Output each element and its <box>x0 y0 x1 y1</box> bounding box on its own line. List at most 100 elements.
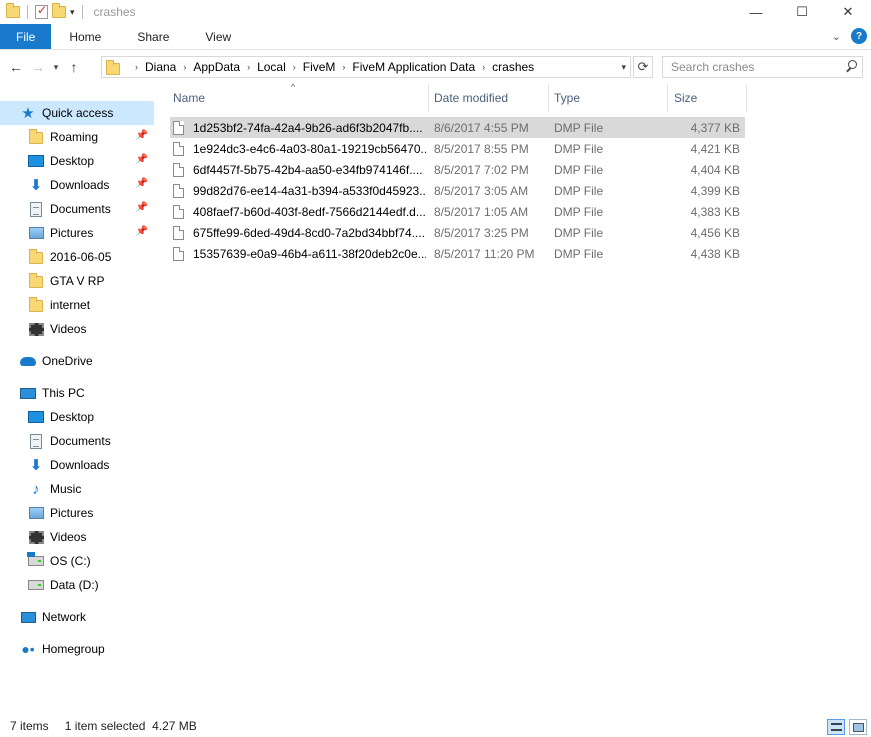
details-view-icon[interactable] <box>827 719 845 735</box>
file-name-cell: 1e924dc3-e4c6-4a03-80a1-19219cb56470.... <box>173 138 426 159</box>
sidebar-item-onedrive[interactable]: OneDrive <box>0 349 154 373</box>
table-row[interactable]: 1e924dc3-e4c6-4a03-80a1-19219cb56470....… <box>170 138 745 159</box>
sidebar-item-2016-06-05[interactable]: 2016-06-05 <box>0 245 154 269</box>
file-name-cell: 408faef7-b60d-403f-8edf-7566d2144edf.d..… <box>173 201 426 222</box>
breadcrumb-fivem-application-data[interactable]: FiveM Application Data <box>352 60 475 74</box>
type-cell: DMP File <box>554 183 604 198</box>
table-row[interactable]: 408faef7-b60d-403f-8edf-7566d2144edf.d..… <box>170 201 745 222</box>
sidebar-item-gta-v-rp[interactable]: GTA V RP <box>0 269 154 293</box>
folder-icon <box>106 59 120 75</box>
column-divider[interactable] <box>548 84 549 112</box>
customize-toolbar-icon[interactable]: ▾ <box>70 7 75 18</box>
sidebar-item-downloads[interactable]: ⬇ Downloads 📌 <box>0 173 154 197</box>
search-icon[interactable] <box>845 60 857 72</box>
table-row[interactable]: 1d253bf2-74fa-42a4-9b26-ad6f3b2047fb....… <box>170 117 745 138</box>
pin-icon[interactable]: 📌 <box>136 226 148 237</box>
cloud-icon <box>20 353 36 369</box>
chevron-right-icon[interactable]: › <box>482 62 485 72</box>
table-row[interactable]: 15357639-e0a9-46b4-a611-38f20deb2c0e....… <box>170 243 745 264</box>
table-row[interactable]: 675ffe99-6ded-49d4-8cd0-7a2bd34bbf74....… <box>170 222 745 243</box>
sidebar-item-homegroup[interactable]: ●• Homegroup <box>0 637 154 661</box>
new-folder-icon[interactable] <box>52 3 66 18</box>
pin-icon[interactable]: 📌 <box>136 130 148 141</box>
column-header-date-modified[interactable]: Date modified <box>434 84 548 112</box>
file-icon <box>173 141 184 156</box>
sidebar-item-label: Downloads <box>50 458 110 472</box>
file-name: 99d82d76-ee14-4a31-b394-a533f0d45923.... <box>193 183 426 198</box>
sidebar-item-quick-access[interactable]: ★ Quick access <box>0 101 154 125</box>
tab-file[interactable]: File <box>0 24 52 49</box>
breadcrumb-diana[interactable]: Diana <box>145 60 176 74</box>
close-button[interactable]: ✕ <box>825 0 871 24</box>
sidebar-item-pc-downloads[interactable]: ⬇ Downloads <box>0 453 154 477</box>
recent-locations-chevron-icon[interactable]: ▾ <box>49 56 63 78</box>
sidebar-item-documents[interactable]: Documents 📌 <box>0 197 154 221</box>
column-header-type[interactable]: Type <box>554 84 664 112</box>
sidebar-item-data-d[interactable]: Data (D:) <box>0 573 154 597</box>
date-modified-cell: 8/5/2017 3:05 AM <box>434 183 529 198</box>
tab-view[interactable]: View <box>187 24 249 49</box>
breadcrumb-fivem[interactable]: FiveM <box>303 60 336 74</box>
forward-arrow-icon[interactable]: → <box>27 56 49 78</box>
sidebar-item-pc-desktop[interactable]: Desktop <box>0 405 154 429</box>
sidebar-item-internet[interactable]: internet <box>0 293 154 317</box>
maximize-button[interactable]: ☐ <box>779 0 825 24</box>
tab-share[interactable]: Share <box>119 24 187 49</box>
column-divider[interactable] <box>667 84 668 112</box>
homegroup-icon: ●• <box>21 641 35 657</box>
chevron-right-icon[interactable]: › <box>342 62 345 72</box>
sidebar-item-pc-music[interactable]: ♪ Music <box>0 477 154 501</box>
chevron-right-icon[interactable]: › <box>293 62 296 72</box>
breadcrumb-crashes[interactable]: crashes <box>492 60 534 74</box>
breadcrumb-local[interactable]: Local <box>257 60 286 74</box>
expand-ribbon-icon[interactable]: ⌄ <box>832 30 841 43</box>
type-cell: DMP File <box>554 246 604 261</box>
sidebar-item-label: Pictures <box>50 506 94 520</box>
column-divider[interactable] <box>428 84 429 112</box>
back-arrow-icon[interactable]: ← <box>5 56 27 78</box>
properties-icon[interactable] <box>35 3 48 19</box>
size-cell: 4,438 KB <box>690 246 740 261</box>
sidebar-item-desktop[interactable]: Desktop 📌 <box>0 149 154 173</box>
sidebar-item-label: This PC <box>42 386 85 400</box>
tab-home[interactable]: Home <box>51 24 119 49</box>
file-name-cell: 675ffe99-6ded-49d4-8cd0-7a2bd34bbf74.... <box>173 222 426 243</box>
address-dropdown-icon[interactable]: ▾ <box>621 62 626 73</box>
column-header-label: Date modified <box>434 91 509 105</box>
chevron-right-icon[interactable]: › <box>183 62 186 72</box>
sidebar-item-this-pc[interactable]: This PC <box>0 381 154 405</box>
minimize-button[interactable]: — <box>733 0 779 24</box>
breadcrumb-appdata[interactable]: AppData <box>193 60 240 74</box>
sidebar-item-pc-documents[interactable]: Documents <box>0 429 154 453</box>
sidebar-item-pc-videos[interactable]: Videos <box>0 525 154 549</box>
documents-icon <box>28 433 44 449</box>
type-cell: DMP File <box>554 141 604 156</box>
chevron-right-icon[interactable]: › <box>247 62 250 72</box>
pin-icon[interactable]: 📌 <box>136 202 148 213</box>
table-row[interactable]: 99d82d76-ee14-4a31-b394-a533f0d45923....… <box>170 180 745 201</box>
column-divider[interactable] <box>746 84 747 112</box>
column-header-size[interactable]: Size <box>674 84 744 112</box>
sidebar-item-network[interactable]: Network <box>0 605 154 629</box>
sidebar-item-videos[interactable]: Videos <box>0 317 154 341</box>
address-bar[interactable]: › Diana › AppData › Local › FiveM › Five… <box>101 56 631 78</box>
refresh-icon[interactable]: ⟳ <box>633 56 653 78</box>
chevron-right-icon[interactable]: › <box>135 62 138 72</box>
quick-access-toolbar: ▾ crashes <box>0 0 136 24</box>
sidebar-item-pc-pictures[interactable]: Pictures <box>0 501 154 525</box>
sidebar-item-os-c[interactable]: OS (C:) <box>0 549 154 573</box>
column-header-name[interactable]: Name <box>173 84 429 112</box>
column-header-label: Name <box>173 91 206 105</box>
ribbon: File Home Share View ⌄ ? <box>0 24 871 50</box>
large-icons-view-icon[interactable] <box>849 719 867 735</box>
table-row[interactable]: 6df4457f-5b75-42b4-aa50-e34fb974146f....… <box>170 159 745 180</box>
sidebar-item-pictures[interactable]: Pictures 📌 <box>0 221 154 245</box>
pin-icon[interactable]: 📌 <box>136 178 148 189</box>
sidebar-item-roaming[interactable]: Roaming 📌 <box>0 125 154 149</box>
help-icon[interactable]: ? <box>851 28 867 44</box>
type-cell: DMP File <box>554 162 604 177</box>
navigation-pane: ★ Quick access Roaming 📌 Desktop 📌 ⬇ Dow… <box>0 88 156 708</box>
pin-icon[interactable]: 📌 <box>136 154 148 165</box>
up-arrow-icon[interactable]: ↑ <box>63 56 85 78</box>
search-input[interactable]: Search crashes <box>662 56 863 78</box>
